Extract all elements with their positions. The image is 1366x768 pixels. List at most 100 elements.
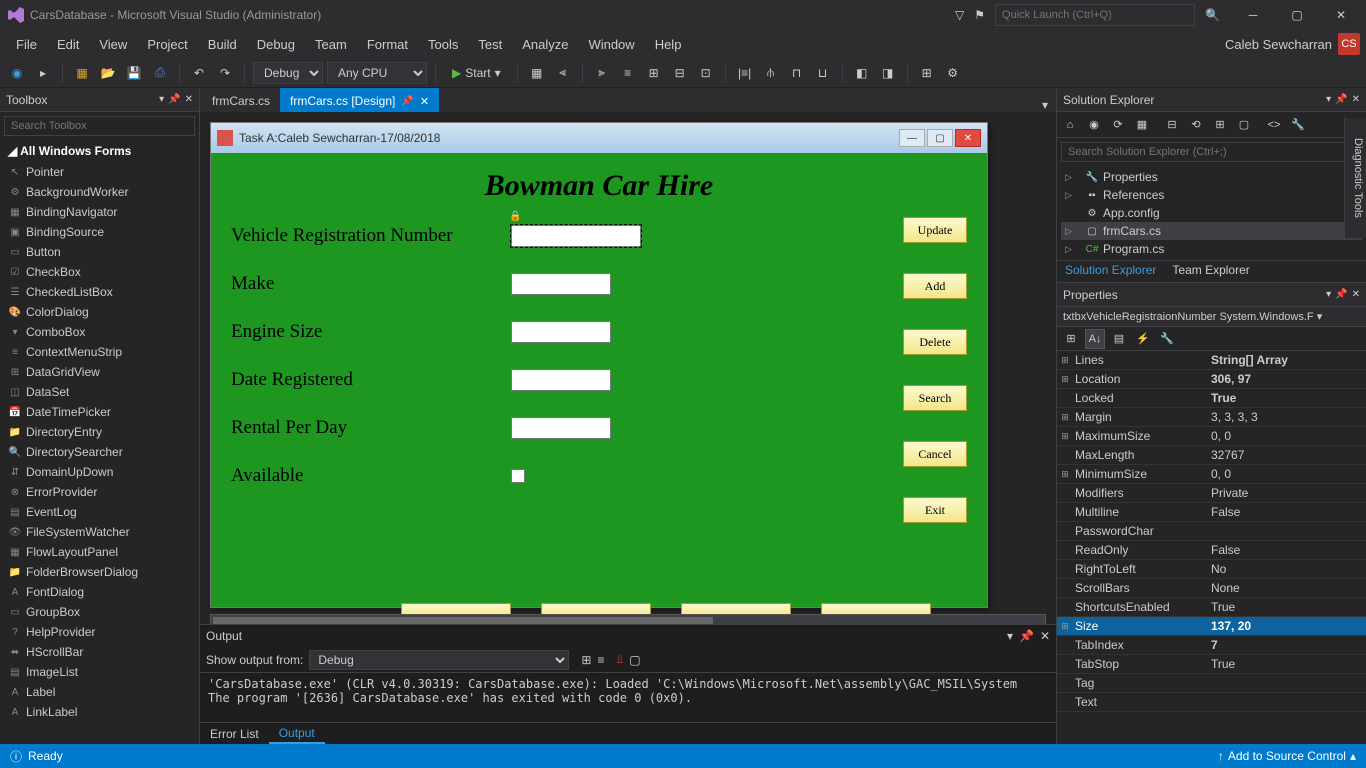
prop-alpha-icon[interactable]: A↓ (1085, 329, 1105, 349)
toolbox-flowlayoutpanel[interactable]: ▦FlowLayoutPanel (0, 542, 199, 562)
toolbox-button[interactable]: ▭Button (0, 242, 199, 262)
output-text[interactable]: 'CarsDatabase.exe' (CLR v4.0.30319: Cars… (200, 673, 1056, 722)
output-pin-icon[interactable]: 📌 (1019, 629, 1034, 643)
search-button[interactable]: Search (903, 385, 967, 411)
save-all-icon[interactable]: ⎙ (149, 62, 171, 84)
platform-dropdown[interactable]: Any CPU (327, 62, 427, 84)
toolbox-imagelist[interactable]: ▤ImageList (0, 662, 199, 682)
misc-icon[interactable]: ⚙ (942, 62, 964, 84)
property-margin[interactable]: ⊞Margin3, 3, 3, 3 (1057, 408, 1366, 427)
spacing-icon-4[interactable]: ⊔ (812, 62, 834, 84)
toolbox-groupbox[interactable]: ▭GroupBox (0, 602, 199, 622)
menu-view[interactable]: View (89, 33, 137, 56)
prop-window-dropdown-icon[interactable]: ▾ (1326, 289, 1331, 300)
property-readonly[interactable]: ReadOnlyFalse (1057, 541, 1366, 560)
tab-frmcars-code[interactable]: frmCars.cs (202, 88, 280, 112)
property-tabstop[interactable]: TabStopTrue (1057, 655, 1366, 674)
property-locked[interactable]: LockedTrue (1057, 389, 1366, 408)
menu-help[interactable]: Help (645, 33, 692, 56)
textbox-rental[interactable] (511, 417, 611, 439)
notifications-icon[interactable]: ▽ (955, 8, 964, 22)
menu-file[interactable]: File (6, 33, 47, 56)
tab-output[interactable]: Output (269, 724, 325, 744)
property-lines[interactable]: ⊞LinesString[] Array (1057, 351, 1366, 370)
toolbox-domainupdown[interactable]: ⇵DomainUpDown (0, 462, 199, 482)
menu-tools[interactable]: Tools (418, 33, 468, 56)
user-avatar[interactable]: CS (1338, 33, 1360, 55)
menu-team[interactable]: Team (305, 33, 357, 56)
order-icon-2[interactable]: ◨ (877, 62, 899, 84)
menu-debug[interactable]: Debug (247, 33, 305, 56)
prop-close-icon[interactable]: ✕ (1352, 289, 1360, 300)
layout-icon-4[interactable]: ⊟ (669, 62, 691, 84)
tabs-dropdown-icon[interactable]: ▾ (1036, 98, 1054, 112)
node-properties[interactable]: ▷🔧Properties (1061, 168, 1362, 186)
textbox-make[interactable] (511, 273, 611, 295)
toolbox-colordialog[interactable]: 🎨ColorDialog (0, 302, 199, 322)
menu-edit[interactable]: Edit (47, 33, 89, 56)
properties-object-name[interactable]: txtbxVehicleRegistraionNumber System.Win… (1057, 307, 1366, 327)
menu-project[interactable]: Project (137, 33, 197, 56)
textbox-registration[interactable] (511, 225, 641, 247)
search-icon[interactable]: 🔍 (1205, 8, 1220, 22)
property-modifiers[interactable]: ModifiersPrivate (1057, 484, 1366, 503)
navigate-forward-icon[interactable]: ▸ (32, 62, 54, 84)
toolbox-bindingsource[interactable]: ▣BindingSource (0, 222, 199, 242)
sol-sync-icon[interactable]: ⟳ (1109, 116, 1127, 134)
spacing-icon-3[interactable]: ⊓ (786, 62, 808, 84)
close-button[interactable]: ✕ (1324, 3, 1358, 27)
add-source-control[interactable]: ↑ Add to Source Control ▴ (1218, 749, 1356, 763)
undo-icon[interactable]: ↶ (188, 62, 210, 84)
property-size[interactable]: ⊞Size137, 20 (1057, 617, 1366, 636)
node-frmcars[interactable]: ▷▢frmCars.cs (1061, 222, 1362, 240)
output-close-icon[interactable]: ✕ (1040, 629, 1050, 643)
designer-surface[interactable]: Task A:Caleb Sewcharran-17/08/2018 — ▢ ✕… (200, 112, 1056, 624)
toolbox-linklabel[interactable]: ALinkLabel (0, 702, 199, 722)
minimize-button[interactable]: ─ (1236, 3, 1270, 27)
toolbox-datagridview[interactable]: ⊞DataGridView (0, 362, 199, 382)
close-panel-icon[interactable]: ✕ (185, 94, 193, 105)
output-wrap-icon[interactable]: ≡ (597, 653, 604, 667)
cancel-button[interactable]: Cancel (903, 441, 967, 467)
quick-launch-input[interactable] (995, 4, 1195, 26)
textbox-date[interactable] (511, 369, 611, 391)
checkbox-available[interactable] (511, 469, 525, 483)
toolbox-hscrollbar[interactable]: ⬌HScrollBar (0, 642, 199, 662)
toolbox-search-input[interactable] (4, 116, 195, 136)
sol-window-dropdown-icon[interactable]: ▾ (1326, 94, 1331, 105)
output-toggle-icon[interactable]: ⫫ (616, 652, 623, 667)
property-shortcutsenabled[interactable]: ShortcutsEnabledTrue (1057, 598, 1366, 617)
order-icon-1[interactable]: ◧ (851, 62, 873, 84)
menu-window[interactable]: Window (578, 33, 644, 56)
property-text[interactable]: Text (1057, 693, 1366, 712)
sol-back-icon[interactable]: ◉ (1085, 116, 1103, 134)
tab-team-explorer[interactable]: Team Explorer (1164, 261, 1257, 282)
output-window-position-icon[interactable]: ▾ (1007, 629, 1013, 643)
align-icon[interactable]: ▦ (526, 62, 548, 84)
toolbox-dataset[interactable]: ◫DataSet (0, 382, 199, 402)
output-clear-icon[interactable]: ⊞ (581, 653, 591, 667)
prop-pages-icon[interactable]: 🔧 (1157, 329, 1177, 349)
toolbox-fontdialog[interactable]: AFontDialog (0, 582, 199, 602)
toolbox-pointer[interactable]: ↖Pointer (0, 162, 199, 182)
prop-pin-icon[interactable]: 📌 (1335, 289, 1347, 300)
toolbox-combobox[interactable]: ▾ComboBox (0, 322, 199, 342)
spacing-icon-1[interactable]: |≡| (734, 62, 756, 84)
sol-refresh-icon[interactable]: ⟲ (1187, 116, 1205, 134)
toolbox-checkbox[interactable]: ☑CheckBox (0, 262, 199, 282)
sol-wrench-icon[interactable]: 🔧 (1289, 116, 1307, 134)
solution-search-input[interactable] (1061, 142, 1362, 162)
feedback-icon[interactable]: ⚑ (974, 8, 985, 22)
designer-horizontal-scrollbar[interactable] (210, 614, 1046, 624)
toolbox-contextmenustrip[interactable]: ≡ContextMenuStrip (0, 342, 199, 362)
layout-icon-2[interactable]: ≡ (617, 62, 639, 84)
node-appconfig[interactable]: ⚙App.config (1061, 204, 1362, 222)
sol-showall-icon[interactable]: ▦ (1133, 116, 1151, 134)
tab-frmcars-design[interactable]: frmCars.cs [Design] 📌 ✕ (280, 88, 439, 112)
property-multiline[interactable]: MultilineFalse (1057, 503, 1366, 522)
output-goto-icon[interactable]: ▢ (629, 653, 640, 667)
node-references[interactable]: ▷▪▪References (1061, 186, 1362, 204)
property-passwordchar[interactable]: PasswordChar (1057, 522, 1366, 541)
layout-icon-3[interactable]: ⊞ (643, 62, 665, 84)
toolbox-directoryentry[interactable]: 📁DirectoryEntry (0, 422, 199, 442)
